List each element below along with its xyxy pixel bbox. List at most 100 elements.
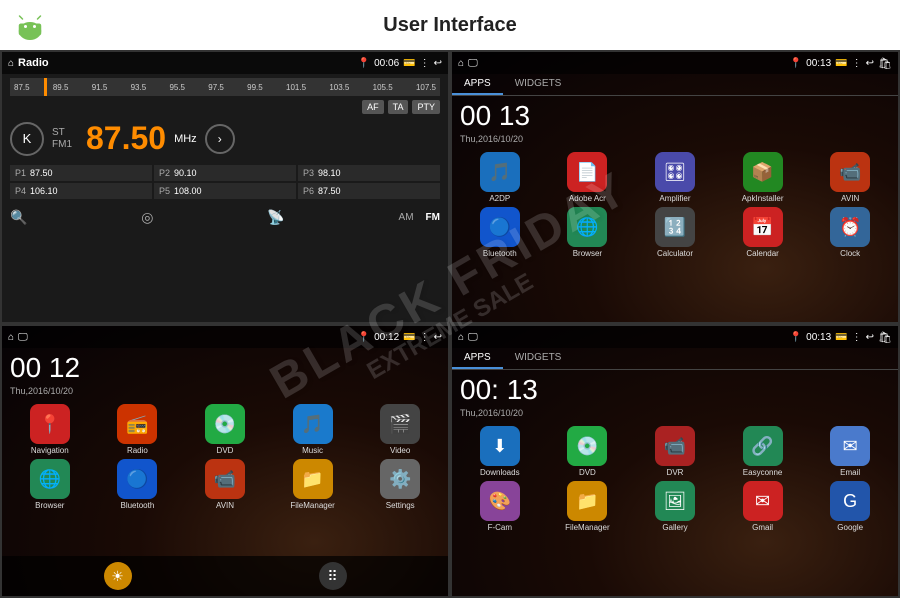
home-icon-4: ⌂ — [458, 332, 464, 343]
app-filemanager-4[interactable]: 📁 FileManager — [546, 481, 630, 532]
app-gmail[interactable]: ✉ Gmail — [721, 481, 805, 532]
app-calculator[interactable]: 🔢 Calculator — [633, 207, 717, 258]
app-browser-2[interactable]: 🌐 Browser — [546, 207, 630, 258]
app-radio[interactable]: 📻 Radio — [96, 404, 180, 455]
app-filemanager-3[interactable]: 📁 FileManager — [271, 459, 355, 510]
app-browser-3[interactable]: 🌐 Browser — [8, 459, 92, 510]
af-row: AF TA PTY — [10, 100, 440, 114]
eq-icon[interactable]: ◎ — [141, 209, 153, 226]
back-icon-1: ↩ — [434, 58, 442, 69]
k-button[interactable]: K — [10, 122, 44, 156]
app-calendar[interactable]: 📅 Calendar — [721, 207, 805, 258]
preset-2[interactable]: P290.10 — [154, 165, 296, 181]
app-clock[interactable]: ⏰ Clock — [808, 207, 892, 258]
map-pin-icon-2: 📍 — [790, 58, 802, 69]
back-icon-4: ↩ — [866, 332, 874, 343]
clock-widget-4: 00: 13 Thu,2016/10/20 — [452, 372, 898, 422]
filemanager-icon-3: 📁 — [293, 459, 333, 499]
tab-widgets[interactable]: WIDGETS — [503, 74, 574, 95]
menu-icon-4: ⋮ — [852, 332, 862, 343]
app-amplifier[interactable]: 🎛 Amplifier — [633, 152, 717, 203]
preset-6[interactable]: P687.50 — [298, 183, 440, 199]
amplifier-icon: 🎛 — [655, 152, 695, 192]
preset-1[interactable]: P187.50 — [10, 165, 152, 181]
status-bar-3: ⌂ 🖵 📍 00:12 💳 ⋮ ↩ — [2, 326, 448, 348]
app-navigation[interactable]: 📍 Navigation — [8, 404, 92, 455]
time-2: 00:13 — [806, 58, 831, 69]
android-logo — [15, 10, 45, 40]
browser-icon-2: 🌐 — [567, 207, 607, 247]
fm-button[interactable]: FM — [426, 212, 440, 223]
avin-icon-3: 📹 — [205, 459, 245, 499]
avin-label-3: AVIN — [216, 501, 234, 510]
radio-label: Radio — [127, 446, 148, 455]
search-icon[interactable]: 🔍 — [10, 209, 27, 226]
a2dp-icon: 🎵 — [480, 152, 520, 192]
apps-icons-grid-2: 🎵 A2DP 📄 Adobe Acr 🎛 Amplifier 📦 ApkInst… — [452, 148, 898, 262]
app-email[interactable]: ✉ Email — [808, 426, 892, 477]
shop-icon-2: 🛍 — [878, 57, 892, 70]
gallery-icon: 🖼 — [655, 481, 695, 521]
app-fcam[interactable]: 🎨 F-Cam — [458, 481, 542, 532]
bluetooth-icon-2: 🔵 — [480, 207, 520, 247]
screen-apps: ⌂ 🖵 📍 00:13 💳 ⋮ ↩ 🛍 APPS WIDGETS — [450, 50, 900, 324]
screen2-icon: 🖵 — [468, 58, 478, 69]
pty-button[interactable]: PTY — [412, 100, 440, 114]
dvr-label: DVR — [667, 468, 684, 477]
am-fm-toggle: AM FM — [399, 212, 440, 223]
app-dvd-4[interactable]: 💿 DVD — [546, 426, 630, 477]
fcam-label: F-Cam — [488, 523, 512, 532]
am-button[interactable]: AM — [399, 212, 414, 223]
app-bluetooth-3[interactable]: 🔵 Bluetooth — [96, 459, 180, 510]
app-music[interactable]: 🎵 Music — [271, 404, 355, 455]
avin-label-2: AVIN — [841, 194, 859, 203]
home-clock: 00 12 Thu,2016/10/20 — [2, 348, 448, 400]
browser-icon-3: 🌐 — [30, 459, 70, 499]
antenna-icon[interactable]: 📡 — [267, 209, 284, 226]
screens-grid: ⌂ Radio 📍 00:06 💳 ⋮ ↩ 87.589.591.593.595… — [0, 50, 900, 598]
app-google[interactable]: G Google — [808, 481, 892, 532]
forward-button[interactable]: › — [205, 124, 235, 154]
browser-label-2: Browser — [573, 249, 602, 258]
ta-button[interactable]: TA — [388, 100, 409, 114]
fm1-label: FM1 — [52, 139, 72, 151]
dvd-icon-3: 💿 — [205, 404, 245, 444]
app-downloads[interactable]: ⬇ Downloads — [458, 426, 542, 477]
apkinstaller-label: ApkInstaller — [742, 194, 784, 203]
app-dvr[interactable]: 📹 DVR — [633, 426, 717, 477]
tab-apps-4[interactable]: APPS — [452, 348, 503, 369]
apps-bottom-icon[interactable]: ⠿ — [319, 562, 347, 590]
tab-apps[interactable]: APPS — [452, 74, 503, 95]
preset-3[interactable]: P398.10 — [298, 165, 440, 181]
app-easyconnect[interactable]: 🔗 Easyconne — [721, 426, 805, 477]
music-icon: 🎵 — [293, 404, 333, 444]
app-dvd-3[interactable]: 💿 DVD — [183, 404, 267, 455]
easyconnect-icon: 🔗 — [743, 426, 783, 466]
app-apkinstaller[interactable]: 📦 ApkInstaller — [721, 152, 805, 203]
app-avin[interactable]: 📹 AVIN — [808, 152, 892, 203]
clock-time-2: 00 13 — [460, 102, 530, 130]
clock-time-4: 00: 13 — [460, 376, 538, 404]
af-button[interactable]: AF — [362, 100, 384, 114]
status-bar-2: ⌂ 🖵 📍 00:13 💳 ⋮ ↩ 🛍 — [452, 52, 898, 74]
screen4-icon: 🖵 — [468, 332, 478, 343]
adobe-icon: 📄 — [567, 152, 607, 192]
sun-bottom-icon[interactable]: ☀ — [104, 562, 132, 590]
gallery-label: Gallery — [662, 523, 687, 532]
app-avin-3[interactable]: 📹 AVIN — [183, 459, 267, 510]
app-gallery[interactable]: 🖼 Gallery — [633, 481, 717, 532]
status-bar-4: ⌂ 🖵 📍 00:13 💳 ⋮ ↩ 🛍 — [452, 326, 898, 348]
settings-label: Settings — [386, 501, 415, 510]
app-video[interactable]: 🎬 Video — [358, 404, 442, 455]
app-settings[interactable]: ⚙️ Settings — [358, 459, 442, 510]
preset-5[interactable]: P5108.00 — [154, 183, 296, 199]
app-bluetooth-2[interactable]: 🔵 Bluetooth — [458, 207, 542, 258]
app-adobe[interactable]: 📄 Adobe Acr — [546, 152, 630, 203]
google-label: Google — [837, 523, 863, 532]
preset-4[interactable]: P4106.10 — [10, 183, 152, 199]
screen-home: ⌂ 🖵 📍 00:12 💳 ⋮ ↩ 00 12 Thu,2016/10/20 — [0, 324, 450, 598]
filemanager-label-3: FileManager — [290, 501, 334, 510]
tab-widgets-4[interactable]: WIDGETS — [503, 348, 574, 369]
freq-markers: 87.589.591.593.595.5 97.599.5101.5103.51… — [10, 83, 440, 92]
app-a2dp[interactable]: 🎵 A2DP — [458, 152, 542, 203]
